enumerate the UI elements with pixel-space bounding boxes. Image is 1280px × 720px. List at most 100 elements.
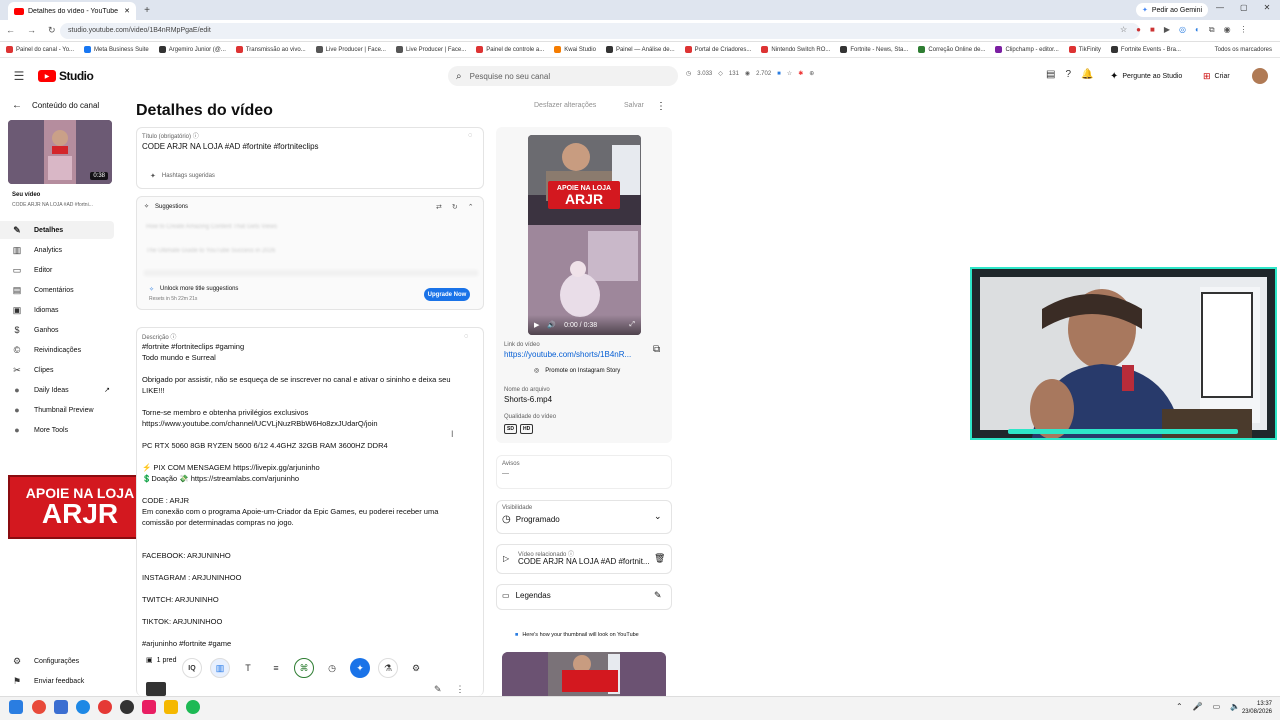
url-field[interactable]: studio.youtube.com/video/1B4nRMpPgaE/edi…	[60, 23, 1140, 39]
bookmark-item[interactable]: Transmissão ao vivo...	[235, 46, 306, 53]
bookmark-item[interactable]: Nintendo Switch RO...	[761, 46, 830, 53]
bookmark-item[interactable]: Argemiro Junior (@...	[158, 46, 226, 53]
chevron-down-icon[interactable]: ⌄	[654, 511, 662, 522]
sidebar-item-clipes[interactable]: ✂ Clipes	[0, 361, 114, 379]
extension-badge-icon[interactable]: ☆	[787, 70, 792, 77]
app-icon[interactable]	[32, 700, 46, 714]
extension-icon[interactable]: ◐	[1195, 25, 1200, 35]
pred-indicator[interactable]: ▣ 1 pred	[146, 656, 176, 665]
sidebar-item-daily-ideas[interactable]: ● Daily Ideas ↗	[0, 381, 114, 399]
spotify-icon[interactable]	[186, 700, 200, 714]
sidebar-video-thumbnail[interactable]: 0:38	[8, 120, 112, 184]
close-tab-icon[interactable]: ✕	[124, 7, 130, 15]
sidebar-item-editor[interactable]: ▭ Editor	[0, 261, 114, 279]
toolbar-settings-icon[interactable]: ⚙	[406, 658, 426, 678]
bookmark-item[interactable]: Correção Online de...	[918, 46, 985, 53]
back-to-content[interactable]: ← Conteúdo do canal	[12, 100, 99, 111]
browser-tab[interactable]: Detalhes do vídeo - YouTube S ✕	[8, 2, 136, 20]
all-bookmarks[interactable]: Todos os marcadores	[1215, 47, 1272, 53]
extension-icon[interactable]: ■	[1150, 25, 1155, 35]
edge-icon[interactable]	[76, 700, 90, 714]
extensions-icon[interactable]: ⧉	[1209, 25, 1215, 35]
folder-icon[interactable]	[164, 700, 178, 714]
edit-pencil-icon[interactable]: ✎	[654, 590, 662, 601]
save-button[interactable]: Salvar	[624, 102, 644, 116]
mic-icon[interactable]: 🎤	[1193, 702, 1203, 711]
toolbar-lab-icon[interactable]: ⚗	[378, 658, 398, 678]
app-icon[interactable]	[54, 700, 68, 714]
extension-icon[interactable]: ◎	[1179, 25, 1186, 35]
toolbar-text-icon[interactable]: T	[238, 658, 258, 678]
chrome-icon[interactable]	[98, 700, 112, 714]
sidebar-item-idiomas[interactable]: ▣ Idiomas	[0, 301, 114, 319]
create-button[interactable]: ⊞ Criar	[1203, 68, 1230, 84]
description-textarea[interactable]: #fortnite #fortniteclips #gaming Todo mun…	[142, 341, 478, 649]
more-options-icon[interactable]: ⋮	[656, 101, 666, 112]
toolbar-iq-icon[interactable]: IQ	[182, 658, 202, 678]
toolbar-tags-icon[interactable]: ⌘	[294, 658, 314, 678]
toolbar-clock-icon[interactable]: ◷	[322, 658, 342, 678]
sidebar-item-feedback[interactable]: ⚑ Enviar feedback	[0, 672, 114, 690]
sidebar-item-comentarios[interactable]: ▤ Comentários	[0, 281, 114, 299]
reload-icon[interactable]: ↻	[48, 25, 56, 36]
undo-changes-button[interactable]: Desfazer alterações	[534, 102, 596, 116]
app-icon[interactable]	[142, 700, 156, 714]
new-tab-icon[interactable]: +	[142, 4, 152, 16]
sidebar-item-detalhes[interactable]: ✎ Detalhes	[0, 221, 114, 239]
obs-icon[interactable]	[120, 700, 134, 714]
menu-hamburger-icon[interactable]: ☰	[12, 69, 26, 83]
bookmark-item[interactable]: Portal de Criadores...	[684, 46, 751, 53]
video-link[interactable]: https://youtube.com/shorts/1B4nR...	[504, 350, 631, 359]
extension-badge-icon[interactable]: ✱	[798, 70, 803, 77]
title-input[interactable]: CODE ARJR NA LOJA #AD #fortnite #fortnit…	[142, 141, 319, 152]
sidebar-item-ganhos[interactable]: $ Ganhos	[0, 321, 114, 339]
extension-badge-icon[interactable]: ■	[777, 71, 781, 77]
profile-icon[interactable]: ◉	[1224, 25, 1231, 35]
forward-nav-icon[interactable]: →	[27, 25, 36, 36]
help-icon[interactable]: ?	[1065, 69, 1071, 80]
channel-search[interactable]: ⌕ Pesquise no seu canal	[448, 66, 678, 86]
ask-studio-button[interactable]: ✦ Pergunte ao Studio	[1110, 68, 1182, 84]
toolbar-ai-icon[interactable]: ✦	[350, 658, 370, 678]
sidebar-item-more-tools[interactable]: ● More Tools	[0, 421, 114, 439]
extension-badge-icon[interactable]: ⊕	[809, 70, 814, 77]
gemini-button[interactable]: ✦ Pedir ao Gemini	[1136, 3, 1209, 17]
avatar[interactable]	[1252, 68, 1268, 84]
suggested-hashtags[interactable]: ✦ Hashtags sugeridas	[150, 172, 215, 180]
play-icon[interactable]: ▶	[534, 321, 539, 329]
extension-icon[interactable]: ▶	[1164, 25, 1170, 35]
toolbar-align-icon[interactable]: ≡	[266, 658, 286, 678]
copy-icon[interactable]: ⧉	[653, 344, 660, 355]
notifications-icon[interactable]: 🔔	[1081, 69, 1093, 80]
bookmark-item[interactable]: Fortnite - News, Sta...	[840, 46, 908, 53]
studio-logo[interactable]: ▶ Studio	[38, 69, 94, 83]
toolbar-stats-icon[interactable]: ▥	[210, 658, 230, 678]
title-extension-icon[interactable]: ◌	[468, 132, 472, 139]
bookmark-star-icon[interactable]: ☆	[1120, 25, 1127, 35]
bookmark-item[interactable]: Live Producer | Face...	[395, 46, 466, 53]
sidebar-item-thumbnail-preview[interactable]: ● Thumbnail Preview	[0, 401, 114, 419]
instagram-promote[interactable]: ◎ Promote on Instagram Story	[534, 367, 620, 375]
bookmark-item[interactable]: Fortnite Events - Bra...	[1110, 46, 1181, 53]
maximize-icon[interactable]: ▢	[1240, 3, 1248, 12]
video-player[interactable]: APOIE NA LOJA ARJR ▶ 🔊 0:00 / 0:38 ⤢	[528, 135, 641, 335]
collapse-icon[interactable]: ⌃	[468, 203, 474, 211]
sidebar-item-settings[interactable]: ⚙ Configurações	[0, 652, 114, 670]
back-nav-icon[interactable]: ←	[6, 25, 15, 36]
volume-icon[interactable]: 🔊	[547, 321, 556, 329]
bookmark-item[interactable]: Live Producer | Face...	[315, 46, 386, 53]
tray-arrow-icon[interactable]: ⌃	[1176, 702, 1183, 711]
bookmark-item[interactable]: Meta Business Suite	[84, 46, 149, 53]
close-window-icon[interactable]: ✕	[1264, 3, 1271, 12]
menu-dots-icon[interactable]: ⋮	[1240, 25, 1248, 35]
clock[interactable]: 13:37 23/08/2026	[1236, 700, 1272, 716]
edit-pencil-icon[interactable]: ✎	[434, 684, 442, 695]
minimize-icon[interactable]: —	[1216, 3, 1224, 12]
sidebar-item-analytics[interactable]: ▥ Analytics	[0, 241, 114, 259]
description-extension-icon[interactable]: ◌	[464, 333, 468, 340]
network-icon[interactable]: ▭	[1213, 702, 1221, 711]
upgrade-button[interactable]: Upgrade Now	[424, 288, 470, 301]
fullscreen-icon[interactable]: ⤢	[629, 321, 635, 329]
windows-start-icon[interactable]	[9, 700, 23, 714]
messages-icon[interactable]: ▤	[1046, 69, 1055, 80]
